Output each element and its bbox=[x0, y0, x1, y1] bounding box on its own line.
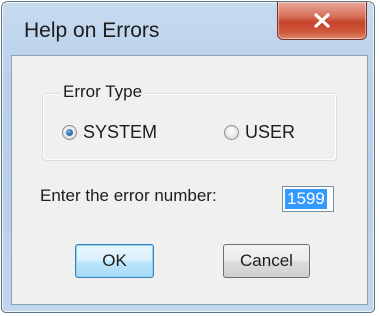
radio-button-unchecked-icon[interactable] bbox=[224, 125, 239, 140]
error-type-label: Error Type bbox=[60, 82, 146, 102]
radio-user-label: USER bbox=[245, 122, 296, 142]
error-number-value: 1599 bbox=[285, 189, 327, 209]
radio-system-label: SYSTEM bbox=[83, 122, 158, 142]
close-button[interactable] bbox=[277, 2, 367, 40]
ok-button[interactable]: OK bbox=[75, 244, 154, 278]
error-number-label: Enter the error number: bbox=[40, 186, 217, 205]
radio-button-checked-icon[interactable] bbox=[62, 125, 77, 140]
dialog-body: Error Type SYSTEM USER Enter the error n… bbox=[11, 55, 368, 305]
error-number-input[interactable]: 1599 bbox=[282, 186, 334, 212]
dialog-window: Help on Errors Error Type SYSTEM USER En… bbox=[1, 1, 375, 313]
radio-system[interactable]: SYSTEM bbox=[62, 122, 157, 143]
window-title: Help on Errors bbox=[24, 19, 160, 42]
cancel-button[interactable]: Cancel bbox=[223, 244, 310, 278]
radio-user[interactable]: USER bbox=[224, 122, 295, 143]
close-icon bbox=[314, 13, 330, 28]
